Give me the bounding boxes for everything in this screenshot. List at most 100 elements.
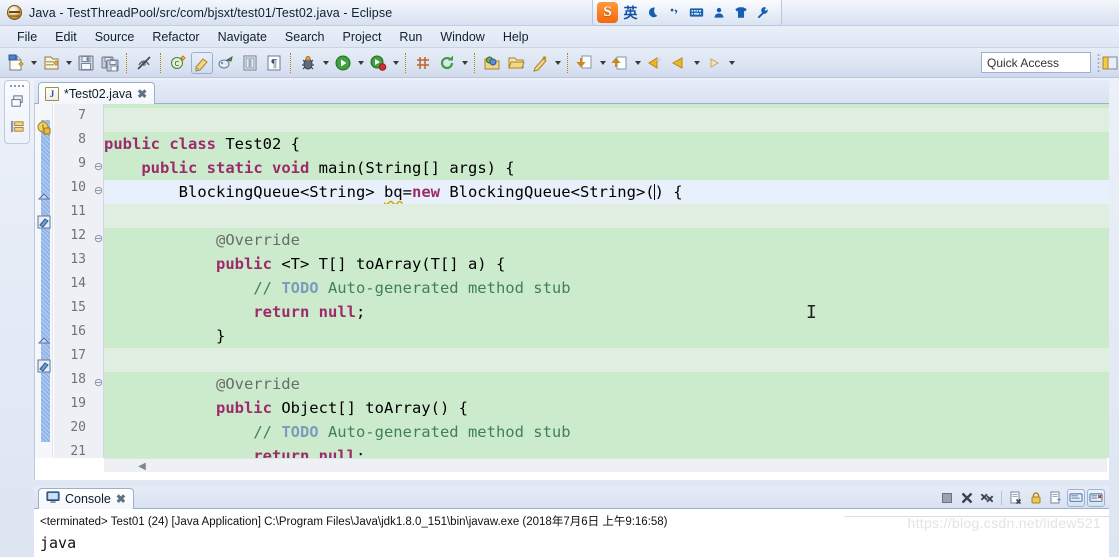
ime-moon-icon[interactable]: [643, 3, 662, 23]
ime-skin-icon[interactable]: [731, 3, 750, 23]
code-line[interactable]: }: [104, 324, 1109, 348]
back-arrow-icon[interactable]: [668, 52, 690, 74]
menu-window[interactable]: Window: [431, 28, 493, 46]
code-line[interactable]: [104, 348, 1109, 372]
back-dropdown-arrow[interactable]: [691, 52, 702, 74]
close-icon[interactable]: ✖: [137, 88, 147, 100]
pin-console-icon[interactable]: [1047, 489, 1065, 507]
grid-icon[interactable]: [412, 52, 434, 74]
menu-search[interactable]: Search: [276, 28, 334, 46]
run-play-icon[interactable]: [332, 52, 354, 74]
search-dropdown-arrow[interactable]: [552, 52, 563, 74]
save-icon[interactable]: [75, 52, 97, 74]
open-perspective-button[interactable]: [1101, 51, 1119, 74]
menu-file[interactable]: File: [8, 28, 46, 46]
ime-user-icon[interactable]: [709, 3, 728, 23]
previous-annotation-icon[interactable]: [609, 52, 631, 74]
package-explorer-icon[interactable]: [10, 119, 25, 139]
search-pen-icon[interactable]: [529, 52, 551, 74]
menu-source[interactable]: Source: [86, 28, 144, 46]
ime-punctuation-icon[interactable]: [665, 3, 684, 23]
ime-keyboard-icon[interactable]: [687, 3, 706, 23]
new-package-icon[interactable]: [40, 52, 62, 74]
ime-language-mode[interactable]: 英: [621, 3, 640, 23]
debug-bug-icon[interactable]: [297, 52, 319, 74]
sogou-logo-icon[interactable]: S: [597, 2, 618, 23]
menu-help[interactable]: Help: [494, 28, 538, 46]
code-text-area[interactable]: I public class Test02 { public static vo…: [104, 104, 1109, 458]
highlight-pen-icon[interactable]: [191, 51, 213, 74]
forward-dropdown-arrow[interactable]: [726, 52, 737, 74]
code-line[interactable]: @Override: [104, 372, 1109, 396]
marker-ruler[interactable]: !: [35, 104, 53, 458]
code-line[interactable]: [104, 204, 1109, 228]
menu-edit[interactable]: Edit: [46, 28, 86, 46]
external-tools-icon[interactable]: [215, 52, 237, 74]
code-line[interactable]: @Override: [104, 228, 1109, 252]
menu-refactor[interactable]: Refactor: [143, 28, 208, 46]
implement-marker-icon[interactable]: [36, 214, 52, 230]
debug-dropdown-arrow[interactable]: [320, 52, 331, 74]
save-all-icon[interactable]: [99, 52, 121, 74]
scroll-left-arrow[interactable]: ◀: [136, 460, 148, 472]
new-file-dropdown-arrow[interactable]: [28, 52, 39, 74]
view-stack-grip[interactable]: [9, 84, 25, 89]
forward-arrow-icon[interactable]: [703, 52, 725, 74]
code-editor[interactable]: ! 7 8 9 10 11 12 13 14 15 16 17 18 19 20 21 ⊖ ⊖ ⊖ ⊖ I: [34, 104, 1109, 480]
new-class-icon[interactable]: C: [167, 52, 189, 74]
coverage-dropdown-arrow[interactable]: [390, 52, 401, 74]
remove-x-icon[interactable]: [958, 489, 976, 507]
skip-breakpoints-icon[interactable]: [133, 52, 155, 74]
code-line[interactable]: public Object[] toArray() {: [104, 396, 1109, 420]
code-line[interactable]: // TODO Auto-generated method stub: [104, 420, 1109, 444]
fold-toggle-icon[interactable]: ⊖: [94, 234, 103, 245]
minimized-view-stack[interactable]: [4, 80, 30, 144]
code-line[interactable]: public class Test02 {: [104, 132, 1109, 156]
open-type-icon[interactable]: [481, 52, 503, 74]
run-dropdown-arrow[interactable]: [355, 52, 366, 74]
fold-toggle-icon[interactable]: ⊖: [94, 162, 103, 173]
folding-ruler[interactable]: ⊖ ⊖ ⊖ ⊖: [92, 104, 104, 458]
back-arrow-star-icon[interactable]: [644, 52, 666, 74]
next-annotation-dropdown-arrow[interactable]: [597, 52, 608, 74]
coverage-icon[interactable]: [367, 52, 389, 74]
ime-settings-icon[interactable]: [753, 3, 772, 23]
code-line[interactable]: return null;: [104, 444, 1109, 458]
code-line[interactable]: public <T> T[] toArray(T[] a) {: [104, 252, 1109, 276]
code-line[interactable]: public static void main(String[] args) {: [104, 156, 1109, 180]
override-marker-icon[interactable]: [36, 190, 52, 206]
console-close-icon[interactable]: ✖: [116, 492, 126, 506]
new-file-icon[interactable]: [5, 52, 27, 74]
annotation-overview-bar[interactable]: [41, 120, 50, 442]
refresh-icon[interactable]: [436, 52, 458, 74]
quick-access-input[interactable]: Quick Access: [981, 52, 1091, 73]
sogou-ime-toolbar[interactable]: S 英: [592, 0, 782, 26]
fold-toggle-icon[interactable]: ⊖: [94, 378, 103, 389]
menu-run[interactable]: Run: [390, 28, 431, 46]
console-tab[interactable]: Console ✖: [38, 488, 134, 509]
override-marker-icon-2[interactable]: [36, 334, 52, 350]
code-line[interactable]: return null;: [104, 300, 1109, 324]
stop-square-icon[interactable]: [938, 489, 956, 507]
clear-console-icon[interactable]: [1007, 489, 1025, 507]
editor-tab-test02[interactable]: J *Test02.java ✖: [38, 82, 156, 104]
remove-all-xx-icon[interactable]: [978, 489, 996, 507]
code-line[interactable]: // TODO Auto-generated method stub: [104, 276, 1109, 300]
display-console-icon[interactable]: [1067, 489, 1085, 507]
pilcrow-icon[interactable]: ¶: [263, 52, 285, 74]
previous-annotation-dropdown-arrow[interactable]: [632, 52, 643, 74]
editor-horizontal-scrollbar[interactable]: ◀: [104, 458, 1107, 472]
refresh-dropdown-arrow[interactable]: [459, 52, 470, 74]
next-annotation-icon[interactable]: [574, 52, 596, 74]
folder-open-icon[interactable]: [505, 52, 527, 74]
open-console-icon[interactable]: [1087, 489, 1105, 507]
code-line[interactable]: [104, 108, 1109, 132]
new-package-dropdown-arrow[interactable]: [63, 52, 74, 74]
menu-navigate[interactable]: Navigate: [209, 28, 276, 46]
open-task-icon[interactable]: [239, 52, 261, 74]
warning-marker-icon[interactable]: !: [36, 120, 52, 136]
fold-toggle-icon[interactable]: ⊖: [94, 186, 103, 197]
restore-icon[interactable]: [10, 94, 25, 114]
lock-icon[interactable]: [1027, 489, 1045, 507]
implement-marker-icon-2[interactable]: [36, 358, 52, 374]
